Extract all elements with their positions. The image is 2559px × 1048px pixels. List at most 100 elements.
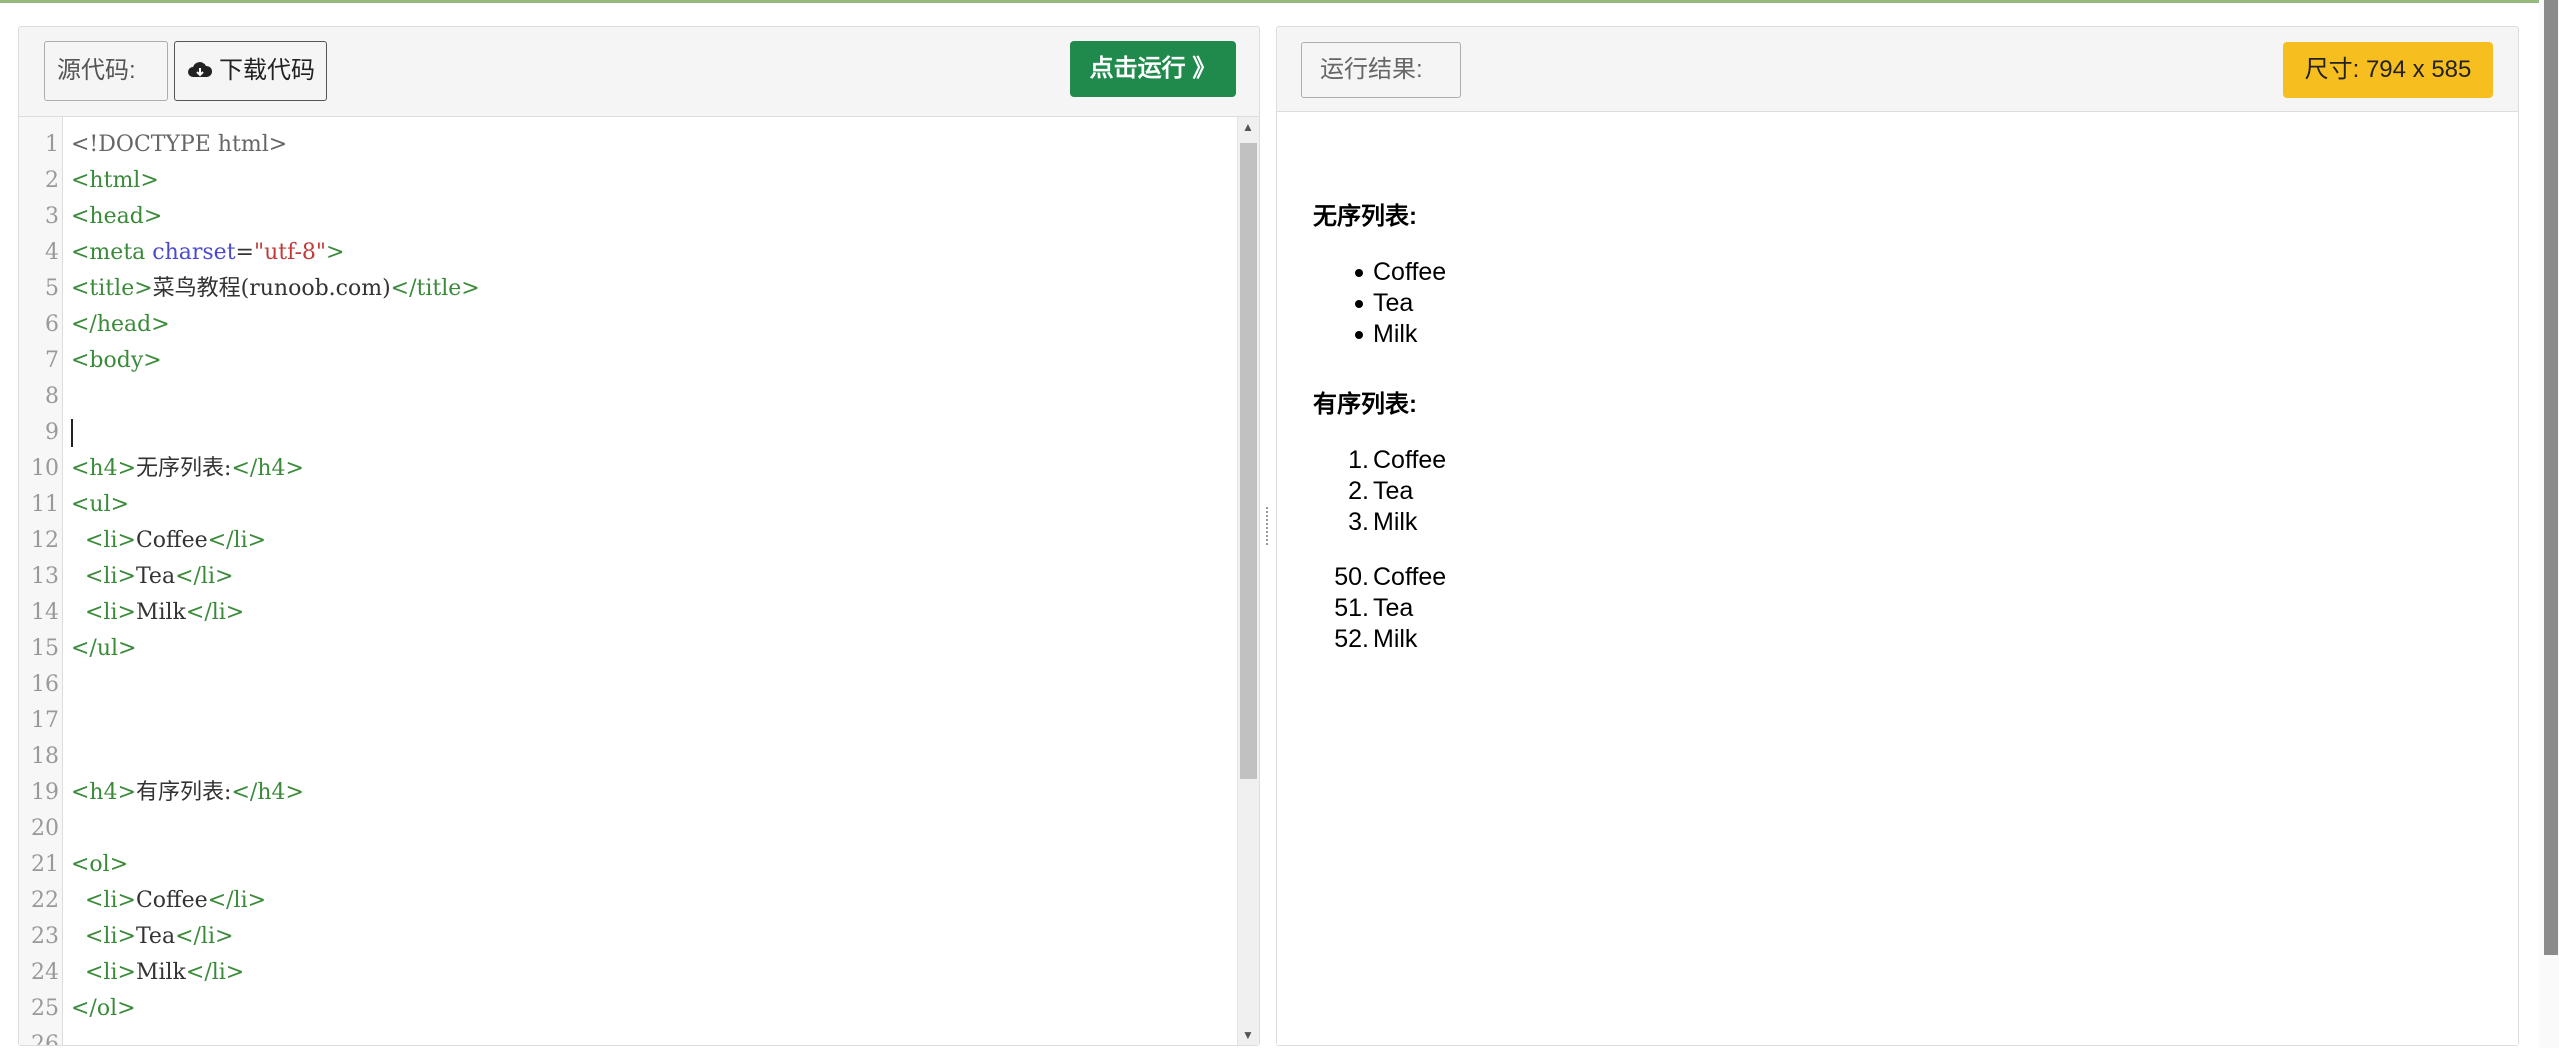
code-token: Milk (135, 600, 186, 625)
line-number: 3 (45, 204, 59, 229)
code-token: <ol> (71, 852, 129, 877)
source-code-label: 源代码: (44, 41, 168, 101)
code-line: 22 <li>Coffee</li> (19, 883, 1231, 919)
list-item: Coffee (1313, 257, 1446, 288)
cloud-download-icon (188, 62, 213, 77)
list-item-text: Tea (1373, 289, 1414, 317)
page-scroll-thumb[interactable] (2544, 0, 2558, 955)
code-token: <h4> (71, 456, 137, 481)
list-item-text: Milk (1373, 625, 1418, 653)
code-line: 8 (19, 379, 1231, 415)
code-line: 9 (19, 415, 1231, 451)
line-number: 4 (45, 240, 59, 265)
code-text: <ul> (71, 487, 129, 523)
top-accent-bar (0, 0, 2559, 3)
list-item-text: Tea (1373, 477, 1414, 505)
code-token: > (326, 240, 345, 265)
code-line: 25 </ol> (19, 991, 1231, 1027)
code-line: 7 <body> (19, 343, 1231, 379)
code-token: </h4> (231, 456, 304, 481)
list-item-text: Coffee (1373, 258, 1447, 286)
code-text: <html> (71, 163, 159, 199)
code-token: </li> (175, 564, 234, 589)
result-panel: 运行结果: 尺寸: 794 x 585 无序列表: Coffee Tea Milk … (1276, 26, 2519, 1046)
scroll-down-arrow-icon[interactable]: ▼ (1238, 1025, 1258, 1045)
list-item: 50. Coffee (1313, 562, 1446, 593)
line-number: 8 (45, 384, 59, 409)
size-badge[interactable]: 尺寸: 794 x 585 (2283, 42, 2493, 98)
run-button[interactable]: 点击运行 》 (1070, 41, 1236, 97)
line-number: 20 (31, 816, 59, 841)
code-editor[interactable]: 1 <!DOCTYPE html> 2 <html> 3 <head> 4 <meta cha… (19, 117, 1259, 1045)
list-item: Milk (1313, 319, 1446, 350)
code-token: <li> (85, 924, 136, 949)
code-text: </ol> (71, 991, 136, 1027)
scroll-up-arrow-icon[interactable]: ▲ (1238, 117, 1258, 137)
code-text: <h4>无序列表:</h4> (71, 451, 304, 487)
ordered-list-heading: 有序列表: (1313, 391, 1417, 418)
line-number: 13 (31, 564, 59, 589)
code-text: <li>Milk</li> (71, 955, 244, 991)
list-item-text: Coffee (1373, 446, 1447, 474)
bullet-icon (1355, 331, 1363, 339)
list-item-text: Tea (1373, 594, 1414, 622)
code-line: 23 <li>Tea</li> (19, 919, 1231, 955)
code-text: <h4>有序列表:</h4> (71, 775, 304, 811)
list-item-number: 50. (1334, 563, 1369, 591)
line-number: 22 (31, 888, 59, 913)
code-line: 2 <html> (19, 163, 1231, 199)
download-code-button[interactable]: 下载代码 (174, 41, 327, 101)
line-number: 9 (45, 420, 59, 445)
code-token: <!DOCTYPE html> (71, 132, 288, 157)
line-number: 16 (31, 672, 59, 697)
code-line: 21 <ol> (19, 847, 1231, 883)
code-text: <ol> (71, 847, 128, 883)
result-label: 运行结果: (1301, 42, 1461, 98)
code-text: </ul> (71, 631, 136, 667)
code-token: Coffee (135, 528, 208, 553)
editor-scroll-thumb[interactable] (1240, 143, 1257, 779)
code-token: Tea (135, 564, 176, 589)
code-token: <li> (85, 528, 136, 553)
code-line: 17 (19, 703, 1231, 739)
line-number: 12 (31, 528, 59, 553)
line-number: 6 (45, 312, 59, 337)
code-token: <li> (85, 888, 136, 913)
code-token: <ul> (71, 492, 130, 517)
code-token: </title> (390, 276, 480, 301)
code-text: </head> (71, 307, 170, 343)
list-item-number: 51. (1334, 594, 1369, 622)
source-panel: 源代码: 下载代码 点击运行 》 1 <!DOCTYPE html> 2 <html>… (18, 26, 1260, 1046)
list-item-text: Milk (1373, 320, 1418, 348)
result-preview: 无序列表: Coffee Tea Milk 有序列表: 1. Coffee 2. Tea 3… (1277, 112, 2518, 1045)
code-text: <li>Tea</li> (71, 559, 233, 595)
list-item-number: 2. (1348, 477, 1369, 505)
line-number: 25 (31, 996, 59, 1021)
code-text: <meta charset="utf-8"> (71, 235, 344, 271)
line-number: 11 (31, 492, 59, 517)
code-token: <html> (71, 168, 159, 193)
code-lines: 1 <!DOCTYPE html> 2 <html> 3 <head> 4 <meta cha… (19, 127, 1231, 1045)
list-item-number: 52. (1334, 625, 1369, 653)
list-item-text: Coffee (1373, 563, 1447, 591)
line-number: 26 (31, 1032, 59, 1045)
page-scrollbar[interactable] (2539, 0, 2559, 1048)
code-text: <body> (71, 343, 162, 379)
code-token: Milk (135, 960, 186, 985)
code-token: </ol> (71, 996, 136, 1021)
code-token: </li> (185, 600, 245, 625)
code-line: 18 (19, 739, 1231, 775)
code-token: = (235, 240, 254, 265)
editor-scrollbar[interactable]: ▲ ▼ (1237, 117, 1259, 1045)
code-token: Tea (135, 924, 176, 949)
code-token: <body> (71, 348, 162, 373)
code-token: </li> (175, 924, 234, 949)
code-line: 13 <li>Tea</li> (19, 559, 1231, 595)
source-panel-header: 源代码: 下载代码 点击运行 》 (19, 27, 1259, 117)
code-text: <li>Coffee</li> (71, 523, 266, 559)
code-token: </li> (185, 960, 245, 985)
panel-resize-handle[interactable] (1262, 505, 1272, 565)
